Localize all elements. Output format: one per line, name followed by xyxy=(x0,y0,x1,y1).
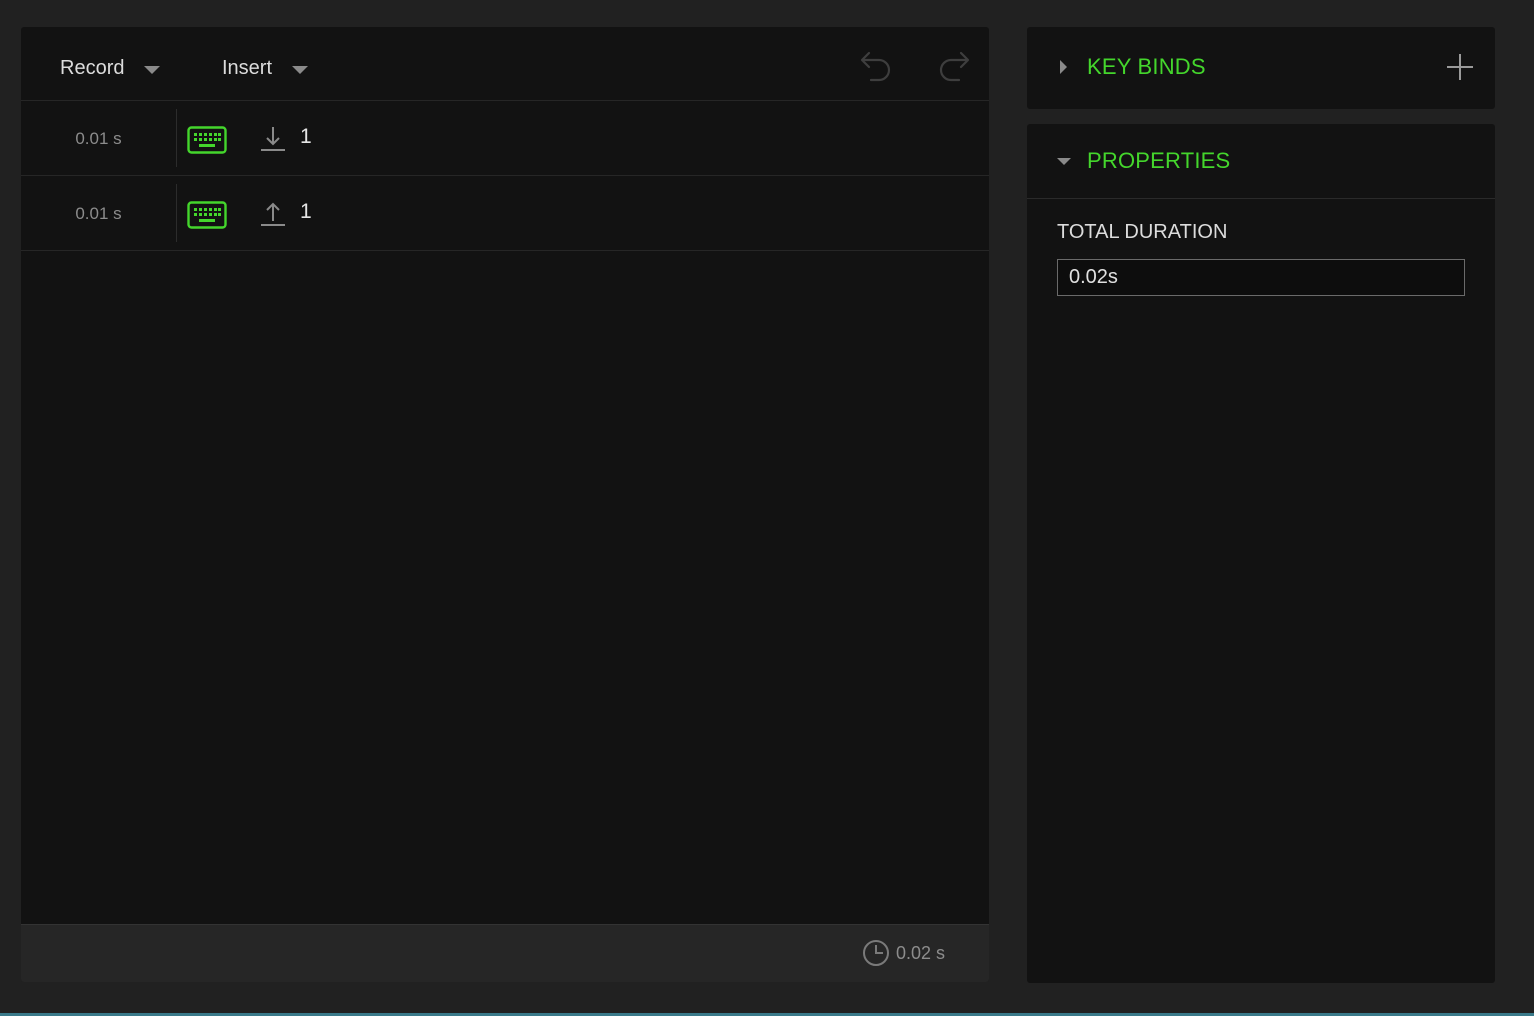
event-delay[interactable]: 0.01 s xyxy=(21,101,176,176)
row-divider xyxy=(176,109,177,167)
editor-toolbar: Record Insert xyxy=(21,27,989,101)
keyboard-icon xyxy=(187,201,227,229)
total-duration-field[interactable] xyxy=(1057,259,1465,296)
total-time: 0.02 s xyxy=(862,939,945,967)
record-dropdown-label: Record xyxy=(60,56,125,79)
event-row[interactable]: 0.01 s 1 xyxy=(21,176,989,251)
chevron-down-icon xyxy=(1057,157,1071,165)
key-up-arrow-icon xyxy=(261,202,285,226)
insert-dropdown-label: Insert xyxy=(222,56,273,79)
record-dropdown[interactable]: Record xyxy=(60,53,161,83)
macro-event-list: 0.01 s 1 0.01 s 1 xyxy=(21,101,989,251)
total-time-value: 0.02 s xyxy=(895,942,945,963)
key-binds-header[interactable]: KEY BINDS xyxy=(1027,27,1495,107)
chevron-down-icon xyxy=(144,66,161,74)
properties-title: PROPERTIES xyxy=(1087,148,1231,173)
key-binds-title: KEY BINDS xyxy=(1087,54,1206,79)
event-key-label: 1 xyxy=(300,200,312,223)
event-row[interactable]: 0.01 s 1 xyxy=(21,101,989,176)
editor-footer: 0.02 s xyxy=(21,924,989,982)
clock-icon xyxy=(862,940,889,966)
key-binds-section: KEY BINDS xyxy=(1027,27,1495,109)
insert-dropdown[interactable]: Insert xyxy=(222,53,309,83)
add-key-bind-button[interactable] xyxy=(1445,52,1475,82)
chevron-right-icon xyxy=(1060,60,1067,74)
key-down-arrow-icon xyxy=(261,127,285,151)
undo-button[interactable] xyxy=(857,45,897,85)
redo-icon xyxy=(939,51,970,82)
event-key-label: 1 xyxy=(300,125,312,148)
row-divider xyxy=(176,184,177,242)
undo-icon xyxy=(860,51,891,82)
properties-header[interactable]: PROPERTIES xyxy=(1027,124,1495,199)
macro-editor-panel: Record Insert 0.01 s 1 0.01 s 1 0.02 s xyxy=(21,27,989,982)
event-delay[interactable]: 0.01 s xyxy=(21,176,176,251)
keyboard-icon xyxy=(187,126,227,154)
properties-section: PROPERTIES TOTAL DURATION xyxy=(1027,124,1495,983)
total-duration-label: TOTAL DURATION xyxy=(1057,221,1228,243)
chevron-down-icon xyxy=(292,66,309,74)
redo-button[interactable] xyxy=(933,45,973,85)
